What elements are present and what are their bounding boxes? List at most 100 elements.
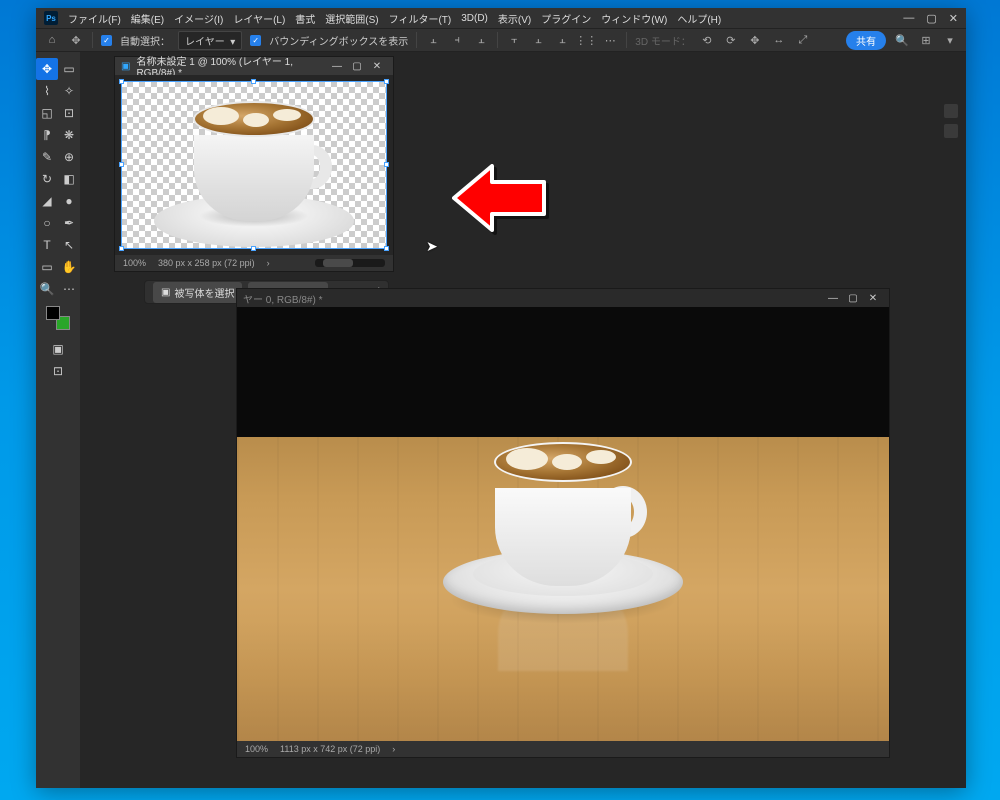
zoom-tool[interactable]: 🔍 (36, 278, 58, 300)
frame-tool[interactable]: ⊡ (58, 102, 80, 124)
arrange-icon[interactable]: ▾ (942, 32, 958, 48)
healing-tool[interactable]: ❋ (58, 124, 80, 146)
eyedropper-tool[interactable]: ⁋ (36, 124, 58, 146)
handle-top-center[interactable] (251, 79, 256, 84)
gradient-tool[interactable]: ◢ (36, 190, 58, 212)
doc1-minimize[interactable]: — (327, 58, 347, 74)
move-tool-icon[interactable]: ✥ (68, 32, 84, 48)
handle-right-center[interactable] (384, 162, 389, 167)
more-icon[interactable]: ⋯ (602, 32, 618, 48)
menu-type[interactable]: 書式 (295, 11, 315, 26)
select-subject-button[interactable]: ▣被写体を選択 (153, 282, 242, 303)
toolbar: ✥▭ ⌇✧ ◱⊡ ⁋❋ ✎⊕ ↻◧ ◢● ○✒ T↖ ▭✋ 🔍⋯ ▣ ⊡ (36, 52, 80, 788)
menu-window[interactable]: ウィンドウ(W) (601, 11, 667, 26)
workspace-icon[interactable]: ⊞ (918, 32, 934, 48)
transform-box[interactable] (121, 81, 387, 249)
eraser-tool[interactable]: ◧ (58, 168, 80, 190)
align-top-icon[interactable]: ⫟ (506, 32, 522, 48)
roll-icon[interactable]: ⟳ (723, 32, 739, 48)
bbox-checkbox[interactable]: ✓ (250, 35, 261, 46)
red-arrow-annotation (444, 158, 554, 238)
menu-view[interactable]: 表示(V) (498, 11, 531, 26)
slide-icon[interactable]: ↔ (771, 32, 787, 48)
photo-background (237, 307, 889, 741)
quick-select-tool[interactable]: ✧ (58, 80, 80, 102)
align-bottom-icon[interactable]: ⫠ (554, 32, 570, 48)
doc2-dims[interactable]: 1113 px x 742 px (72 ppi) (280, 744, 380, 754)
edit-toolbar[interactable]: ⋯ (58, 278, 80, 300)
window-minimize-icon[interactable]: — (903, 12, 914, 25)
collapsed-panels[interactable] (944, 104, 960, 138)
menu-filter[interactable]: フィルター(T) (389, 11, 452, 26)
handle-top-right[interactable] (384, 79, 389, 84)
doc2-close[interactable]: ✕ (863, 290, 883, 306)
menu-file[interactable]: ファイル(F) (68, 11, 121, 26)
quickmask-tool[interactable]: ▣ (47, 338, 69, 360)
menu-layer[interactable]: レイヤー(L) (233, 11, 285, 26)
screenmode-tool[interactable]: ⊡ (47, 360, 69, 382)
panel-icon-1[interactable] (944, 104, 958, 118)
share-button[interactable]: 共有 (846, 31, 886, 50)
search-icon[interactable]: 🔍 (894, 32, 910, 48)
doc1-canvas[interactable] (115, 75, 393, 255)
window-maximize-icon[interactable]: ▢ (926, 12, 936, 25)
auto-select-dropdown[interactable]: レイヤー ▾ (178, 31, 242, 50)
menu-image[interactable]: イメージ(I) (174, 11, 223, 26)
crop-tool[interactable]: ◱ (36, 102, 58, 124)
handle-bottom-center[interactable] (251, 246, 256, 251)
doc2-zoom[interactable]: 100% (245, 744, 268, 754)
distribute-icon[interactable]: ⋮⋮ (578, 32, 594, 48)
doc2-canvas[interactable] (237, 307, 889, 741)
doc2-titlebar[interactable]: ヤー 0, RGB/8#) * — ▢ ✕ (237, 289, 889, 307)
menubar: Ps ファイル(F) 編集(E) イメージ(I) レイヤー(L) 書式 選択範囲… (36, 8, 966, 28)
doc1-dims[interactable]: 380 px x 258 px (72 ppi) (158, 258, 255, 268)
menu-plugin[interactable]: プラグイン (541, 11, 591, 26)
pen-tool[interactable]: ✒ (58, 212, 80, 234)
align-left-icon[interactable]: ⫠ (425, 32, 441, 48)
mouse-cursor-icon: ➤ (426, 238, 438, 255)
align-right-icon[interactable]: ⫠ (473, 32, 489, 48)
align-middle-icon[interactable]: ⫠ (530, 32, 546, 48)
doc1-titlebar[interactable]: ▣ 名称未設定 1 @ 100% (レイヤー 1, RGB/8#) * — ▢ … (115, 57, 393, 75)
stamp-tool[interactable]: ⊕ (58, 146, 80, 168)
brush-tool[interactable]: ✎ (36, 146, 58, 168)
menu-select[interactable]: 選択範囲(S) (325, 11, 378, 26)
photoshop-window: Ps ファイル(F) 編集(E) イメージ(I) レイヤー(L) 書式 選択範囲… (36, 8, 966, 788)
type-tool[interactable]: T (36, 234, 58, 256)
handle-left-center[interactable] (119, 162, 124, 167)
doc2-status-chevron[interactable]: › (392, 744, 395, 754)
handle-bottom-right[interactable] (384, 246, 389, 251)
menu-help[interactable]: ヘルプ(H) (677, 11, 721, 26)
panel-icon-2[interactable] (944, 124, 958, 138)
doc1-maximize[interactable]: ▢ (347, 58, 367, 74)
color-swatch[interactable] (46, 306, 70, 330)
path-tool[interactable]: ↖ (58, 234, 80, 256)
move-tool[interactable]: ✥ (36, 58, 58, 80)
hand-tool[interactable]: ✋ (58, 256, 80, 278)
auto-select-label: 自動選択： (120, 33, 170, 48)
auto-select-checkbox[interactable]: ✓ (101, 35, 112, 46)
pan-icon[interactable]: ✥ (747, 32, 763, 48)
handle-top-left[interactable] (119, 79, 124, 84)
stamp-icon: ▣ (161, 287, 170, 298)
doc1-scrollbar[interactable] (315, 259, 385, 267)
scale-3d-icon[interactable]: ⤢ (795, 32, 811, 48)
doc2-maximize[interactable]: ▢ (843, 290, 863, 306)
menu-edit[interactable]: 編集(E) (131, 11, 164, 26)
align-center-icon[interactable]: ⫞ (449, 32, 465, 48)
doc1-zoom[interactable]: 100% (123, 258, 146, 268)
dodge-tool[interactable]: ○ (36, 212, 58, 234)
blur-tool[interactable]: ● (58, 190, 80, 212)
menu-3d[interactable]: 3D(D) (461, 13, 488, 24)
handle-bottom-left[interactable] (119, 246, 124, 251)
doc2-minimize[interactable]: — (823, 290, 843, 306)
home-icon[interactable]: ⌂ (44, 32, 60, 48)
doc1-status-chevron[interactable]: › (267, 258, 270, 268)
window-close-icon[interactable]: ✕ (949, 12, 958, 25)
shape-tool[interactable]: ▭ (36, 256, 58, 278)
doc1-close[interactable]: ✕ (367, 58, 387, 74)
lasso-tool[interactable]: ⌇ (36, 80, 58, 102)
orbit-icon[interactable]: ⟲ (699, 32, 715, 48)
marquee-tool[interactable]: ▭ (58, 58, 80, 80)
history-brush-tool[interactable]: ↻ (36, 168, 58, 190)
